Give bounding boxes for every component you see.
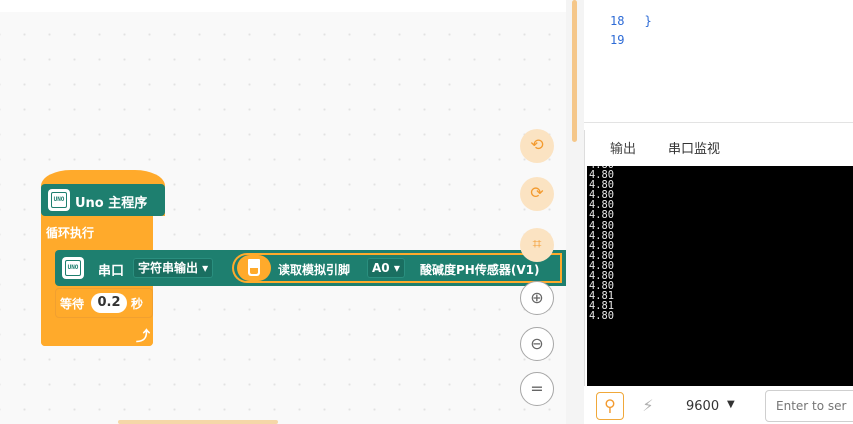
zoom-in-icon[interactable]: ⊕ [520,281,554,315]
monitor-line: 4.80 [589,179,615,192]
sensor-name-label: 酸碱度PH传感器(V1) [420,263,540,277]
monitor-line: 4.80 [589,189,615,202]
monitor-line: 4.80 [589,239,615,252]
monitor-line: 4.80 [589,209,615,222]
monitor-line: 4.80 [589,229,615,242]
monitor-line: 4.80 [589,270,615,283]
loop-return-arrow-icon: ⤴ [136,329,150,345]
usb-icon[interactable]: ⚲ [596,392,624,420]
code-line: 18} [610,14,652,28]
read-analog-label: 读取模拟引脚 [278,263,351,277]
monitor-line: 4.80 [589,199,615,212]
workspace-horizontal-scrollbar[interactable] [118,420,278,424]
monitor-line: 4.80 [589,219,615,232]
monitor-line: 4.81 [589,290,615,303]
uno-board-icon: UNO [63,258,83,278]
reset-zoom-icon[interactable]: = [520,372,554,406]
redo-icon[interactable]: ⟳ [520,177,554,211]
tab-output[interactable]: 输出 [610,140,636,166]
beaker-icon [248,259,260,276]
usb-disconnect-icon[interactable]: ⚡ [634,392,662,420]
pin-dropdown[interactable]: A0 ▾ [367,258,405,278]
wait-seconds-input[interactable]: 0.2 [91,293,127,313]
crop-icon[interactable]: ⌗ [520,228,554,262]
monitor-line: 4.80 [589,169,615,182]
zoom-out-icon[interactable]: ⊖ [520,327,554,361]
serial-monitor-output: 4.80 4.80 4.80 4.80 4.80 4.80 4.80 4.80 … [587,166,853,386]
baud-rate-select[interactable]: 9600 [686,399,719,414]
splitter-scroll-thumb[interactable] [572,0,577,142]
undo-icon[interactable]: ⟲ [520,129,554,163]
tab-serial-monitor[interactable]: 串口监视 [668,140,721,168]
monitor-line: 4.80 [589,259,615,272]
chevron-down-icon[interactable]: ▼ [727,399,735,410]
serial-label: 串口 [98,264,125,279]
monitor-line: 4.80 [589,280,615,293]
uno-board-icon: UNO [49,190,69,210]
monitor-line: 4.81 [589,300,615,313]
loop-label: 循环执行 [46,226,95,240]
monitor-line: 4.80 [589,249,615,262]
serial-mode-dropdown[interactable]: 字符串输出 ▾ [133,258,214,278]
wait-unit-label: 秒 [131,297,144,311]
monitor-line: 4.80 [589,310,615,323]
wait-label: 等待 [60,297,85,311]
code-line: 19 [610,33,625,47]
main-program-label: Uno 主程序 [75,196,148,211]
serial-send-input[interactable] [765,390,853,422]
